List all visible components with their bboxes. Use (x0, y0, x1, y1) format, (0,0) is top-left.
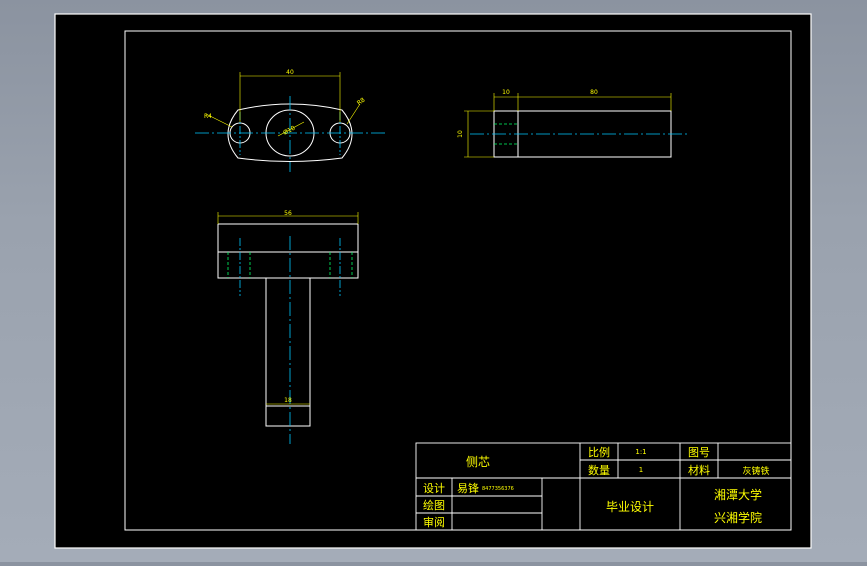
cad-viewport[interactable]: 40 R4 Ø10 R8 10 80 10 56 18 侧芯 比例 1:1 数量… (0, 0, 867, 562)
quantity-label: 数量 (588, 464, 610, 477)
project-name: 毕业设计 (606, 500, 654, 514)
dim-side-height: 10 (457, 130, 464, 138)
material-label: 材料 (688, 463, 710, 477)
dim-left-radius: R4 (204, 113, 212, 120)
scale-label: 比例 (588, 445, 610, 459)
dim-side-length: 80 (590, 89, 598, 96)
scale-value: 1:1 (635, 448, 646, 456)
review-label: 审阅 (423, 515, 445, 529)
dim-front-stem: 18 (284, 397, 292, 404)
dim-side-offset: 10 (502, 89, 510, 96)
school-line-1: 湘潭大学 (714, 487, 762, 502)
drawing-canvas: 40 R4 Ø10 R8 10 80 10 56 18 侧芯 比例 1:1 数量… (54, 13, 812, 549)
design-label: 设计 (423, 482, 445, 495)
school-line-2: 兴湘学院 (714, 510, 762, 525)
dim-top-width: 40 (286, 69, 294, 76)
designer-name: 易锋 (457, 482, 479, 495)
designer-contact: 8477356376 (482, 486, 514, 492)
material-value: 灰铸铁 (742, 465, 769, 477)
dim-front-width: 56 (284, 210, 292, 217)
drawing-no-label: 图号 (688, 446, 710, 459)
quantity-value: 1 (639, 466, 643, 474)
draw-label: 绘图 (423, 498, 445, 512)
part-name: 侧芯 (466, 455, 490, 469)
